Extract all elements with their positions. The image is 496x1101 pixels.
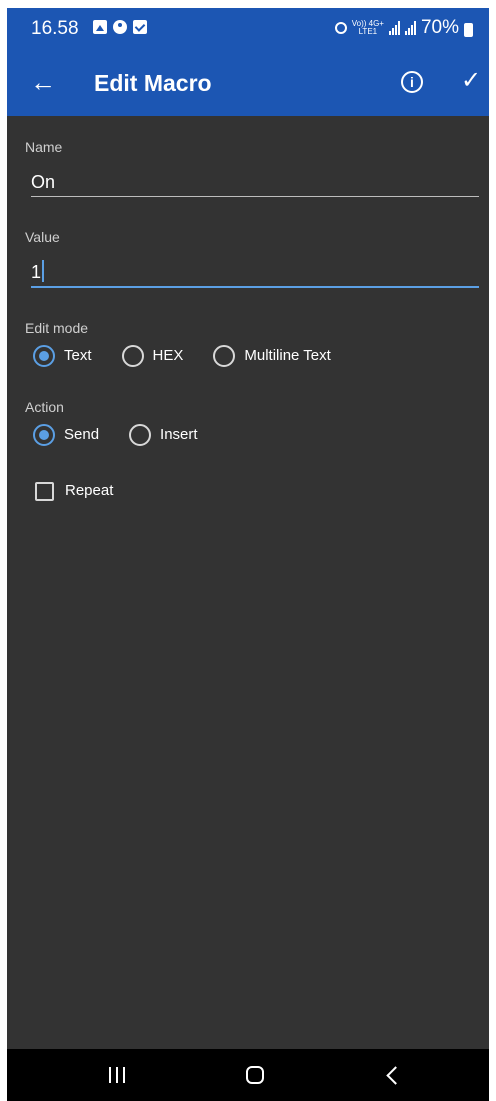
battery-percent: 70%: [420, 17, 459, 38]
name-input-underline: [31, 196, 479, 197]
account-icon: [113, 20, 127, 34]
status-bar: 16.58 Vo)) 4G+ LTE1 70%: [7, 8, 489, 48]
edit-mode-label: Edit mode: [25, 320, 89, 336]
radio-checked-icon: [33, 424, 55, 446]
home-icon[interactable]: [231, 1059, 279, 1091]
radio-unchecked-icon: [121, 345, 144, 367]
gallery-icon: [93, 20, 107, 34]
value-label: Value: [25, 229, 60, 245]
system-status-icons: Vo)) 4G+ LTE1 70%: [334, 17, 473, 39]
edit-mode-hex-radio[interactable]: HEX: [121, 345, 183, 367]
action-send-radio[interactable]: Send: [33, 424, 99, 446]
edit-mode-radio-group: Text HEX Multiline Text: [33, 345, 361, 367]
repeat-checkbox-row[interactable]: Repeat: [35, 481, 113, 501]
action-label: Action: [25, 399, 64, 415]
value-input[interactable]: 1: [31, 260, 45, 284]
text-cursor: [42, 260, 45, 282]
alarm-icon: [334, 22, 347, 34]
signal-strength-icon-2: [404, 21, 416, 35]
radio-unchecked-icon: [213, 345, 236, 367]
back-chevron-icon[interactable]: [369, 1059, 417, 1091]
edit-mode-multiline-radio[interactable]: Multiline Text: [213, 345, 331, 367]
app-bar: ← Edit Macro i ✓: [7, 48, 489, 116]
confirm-check-icon[interactable]: ✓: [457, 66, 485, 96]
app-screen: 16.58 Vo)) 4G+ LTE1 70% ← Edit Macro i ✓: [7, 8, 489, 1101]
info-icon[interactable]: i: [401, 71, 423, 93]
action-insert-radio[interactable]: Insert: [129, 424, 198, 446]
page-title: Edit Macro: [94, 70, 212, 96]
checkbox-notification-icon: [133, 20, 147, 34]
edit-mode-text-radio[interactable]: Text: [33, 345, 92, 367]
notification-icons: [93, 20, 147, 34]
name-label: Name: [25, 139, 63, 155]
radio-unchecked-icon: [129, 424, 152, 446]
system-navigation-bar: [7, 1049, 489, 1101]
name-input[interactable]: On: [31, 170, 55, 194]
recent-apps-icon[interactable]: [93, 1059, 141, 1091]
status-time: 16.58: [31, 18, 79, 39]
network-type-icon: Vo)) 4G+ LTE1: [351, 19, 384, 36]
battery-icon: [464, 22, 473, 37]
back-arrow-icon[interactable]: ←: [23, 62, 63, 102]
signal-strength-icon: [388, 21, 400, 35]
repeat-label: Repeat: [65, 482, 114, 499]
action-radio-group: Send Insert: [33, 424, 228, 446]
repeat-checkbox[interactable]: [35, 481, 54, 501]
value-input-underline: [31, 286, 479, 288]
radio-checked-icon: [33, 345, 55, 367]
